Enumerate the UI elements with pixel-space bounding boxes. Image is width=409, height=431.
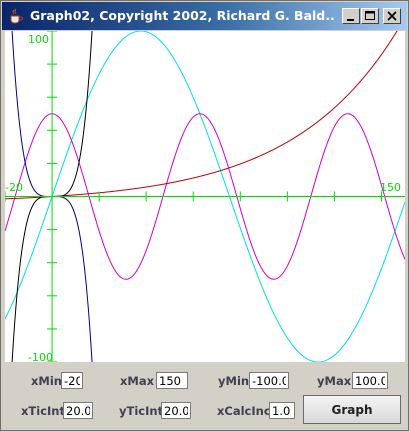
x-min-label: -20: [5, 181, 23, 194]
red-curve: [5, 31, 398, 200]
xmin-label: xMin: [31, 374, 62, 388]
yticint-label: yTicInt: [119, 404, 164, 418]
minimize-button[interactable]: [342, 8, 360, 24]
close-icon: [387, 11, 397, 21]
graph-button[interactable]: Graph: [303, 395, 401, 424]
y-min-label: -100: [28, 351, 53, 362]
minimize-icon: [347, 19, 354, 21]
java-cup-icon: [8, 8, 24, 24]
xticint-field[interactable]: [63, 402, 93, 419]
xmin-field[interactable]: [61, 372, 83, 389]
xmax-field[interactable]: [156, 372, 188, 389]
xcalcinc-label: xCalcInc: [217, 404, 271, 418]
ymin-field[interactable]: [249, 372, 289, 389]
ymax-label: yMax: [317, 374, 352, 388]
maximize-icon: [365, 11, 375, 20]
window-title: Graph02, Copyright 2002, Richard G. Bald…: [30, 8, 336, 23]
graph-canvas: 100 -100 -20 150: [5, 31, 405, 362]
y-max-label: 100: [28, 33, 49, 46]
close-button[interactable]: [383, 8, 401, 24]
title-bar[interactable]: Graph02, Copyright 2002, Richard G. Bald…: [2, 2, 407, 30]
ymax-field[interactable]: [352, 372, 388, 389]
x-max-label: 150: [380, 181, 401, 194]
xticint-label: xTicInt: [21, 404, 65, 418]
control-panel: xMin xMax yMin yMax xTicInt yTicInt xCal…: [5, 363, 405, 427]
xmax-label: xMax: [120, 374, 155, 388]
application-window: Graph02, Copyright 2002, Richard G. Bald…: [0, 0, 409, 431]
xcalcinc-field[interactable]: [269, 402, 295, 419]
yticint-field[interactable]: [161, 402, 191, 419]
ymin-label: yMin: [218, 374, 250, 388]
maximize-button[interactable]: [361, 8, 379, 24]
